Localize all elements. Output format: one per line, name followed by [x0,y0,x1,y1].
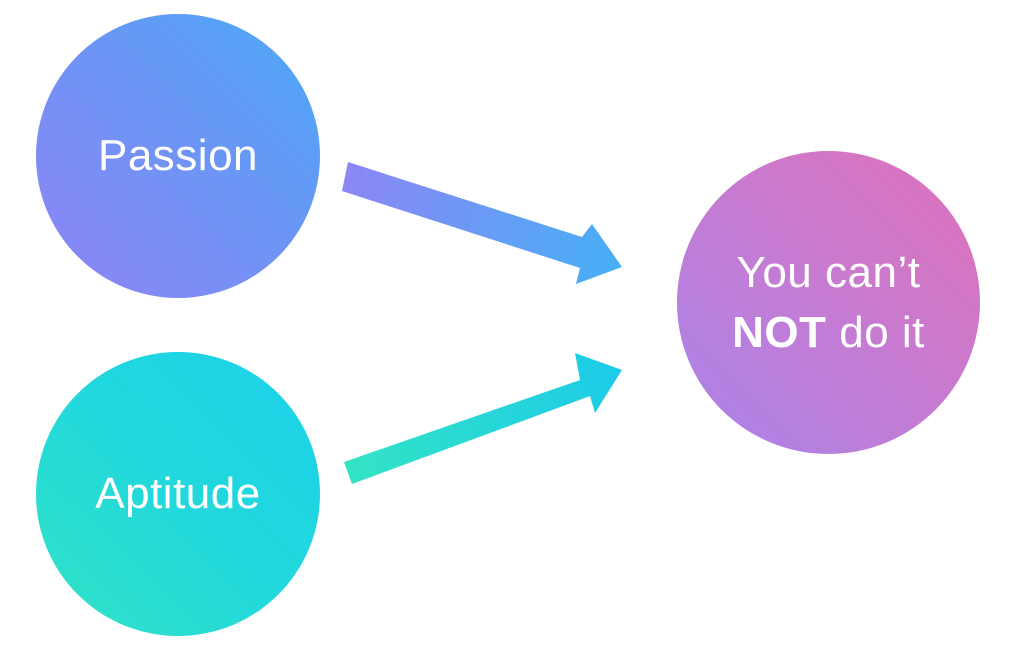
arrow-aptitude-to-outcome [344,353,622,484]
aptitude-label: Aptitude [95,469,261,518]
outcome-emphasis: NOT [732,307,827,357]
passion-node: Passion [36,14,320,298]
outcome-line-2: NOT do it [732,303,925,363]
outcome-line-2-rest: do it [826,307,925,357]
outcome-node: You can’t NOT do it [677,151,980,454]
outcome-line-1: You can’t [736,247,921,297]
passion-label: Passion [97,131,259,180]
aptitude-node: Aptitude [36,352,320,636]
outcome-label: You can’t NOT do it [732,243,925,363]
arrow-aptitude-to-outcome-shape [344,353,622,484]
arrow-passion-to-outcome [342,162,622,284]
arrow-passion-to-outcome-shape [342,162,622,284]
